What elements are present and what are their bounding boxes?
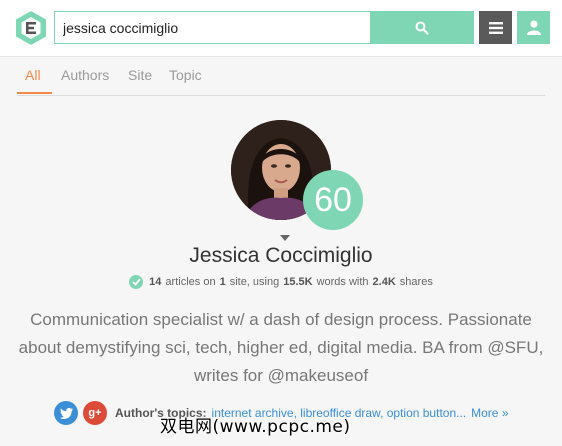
sites-label: site, using (229, 276, 280, 288)
tab-site[interactable]: Site (128, 67, 152, 83)
user-icon (526, 20, 541, 35)
search-tabs: All Authors Site Topic (17, 57, 545, 96)
author-name: Jessica Coccimiglio (189, 244, 373, 267)
caret-down-icon[interactable] (280, 235, 290, 241)
search-button[interactable] (370, 11, 474, 44)
articles-count: 14 (149, 276, 162, 288)
more-topics-link[interactable]: More » (471, 406, 508, 420)
search-input[interactable] (54, 11, 370, 44)
hamburger-icon (488, 21, 503, 34)
tab-topic[interactable]: Topic (169, 67, 202, 83)
check-icon (129, 275, 144, 289)
sites-count: 1 (219, 276, 226, 288)
top-bar (0, 0, 562, 57)
watermark: 双电网(www.pcpc.me) (160, 417, 351, 437)
twitter-icon[interactable] (54, 401, 78, 425)
score-badge: 60 (303, 170, 363, 230)
search-icon (415, 21, 429, 35)
menu-button[interactable] (479, 11, 512, 44)
author-bio: Communication specialist w/ a dash of de… (18, 310, 544, 385)
words-label: words with (316, 276, 369, 288)
tab-all[interactable]: All (25, 67, 41, 83)
active-tab-indicator (17, 92, 52, 94)
shares-label: shares (399, 276, 433, 288)
articles-label: articles on (165, 276, 216, 288)
logo-icon[interactable] (15, 10, 47, 46)
words-count: 15.5K (283, 276, 313, 288)
shares-count: 2.4K (372, 276, 396, 288)
google-plus-icon[interactable]: g+ (83, 401, 107, 425)
user-button[interactable] (517, 11, 550, 44)
tab-authors[interactable]: Authors (61, 67, 109, 83)
author-stats: 14 articles on 1 site, using 15.5K words… (0, 275, 562, 289)
